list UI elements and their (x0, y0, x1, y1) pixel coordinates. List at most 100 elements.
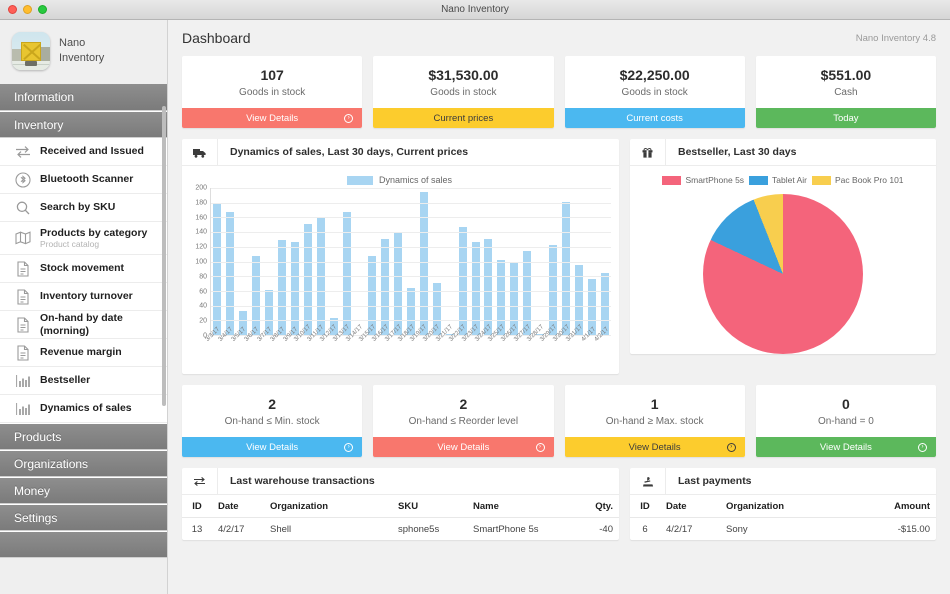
kpi-action-button[interactable]: View Details › (373, 437, 554, 457)
legend-swatch (749, 175, 769, 185)
chart-plot: 0 20 40 60 80 100 120 140 160 180 200 (188, 184, 611, 340)
kpi-caption: On-hand = 0 (817, 416, 874, 427)
transaction-header-row: ID Date Organization SKU Name Qty. (182, 495, 619, 518)
column-header[interactable]: Organization (264, 501, 392, 512)
sidebar-item-label: Received and Issued (40, 145, 144, 158)
legend-swatch (346, 175, 373, 185)
sidebar-item-sublabel: Product catalog (40, 239, 100, 250)
kpi-mid-card: 2 On-hand ≤ Reorder level View Details › (373, 385, 554, 457)
kpi-mid-card: 0 On-hand = 0 View Details › (755, 385, 936, 457)
column-header[interactable]: SKU (392, 501, 467, 512)
sidebar-item-products-by-category[interactable]: Products by category Product catalog (0, 222, 167, 255)
kpi-value: 2 (459, 396, 468, 412)
x-axis: 3/3/17 3/4/17 3/5/17 3/6/17 3/7/17 3/8/17 3/9/… (204, 323, 611, 370)
sidebar-group-inventory[interactable]: Inventory (0, 111, 167, 138)
column-header[interactable]: ID (630, 501, 660, 512)
bar (226, 212, 235, 335)
kpi-action-button[interactable]: View Details › (755, 437, 936, 457)
bar (252, 255, 261, 335)
panel-title: Last warehouse transactions (230, 475, 375, 487)
map-icon (14, 230, 31, 247)
kpi-value: $22,250.00 (619, 67, 690, 83)
y-tick-label: 180 (195, 199, 207, 207)
table-cell: -40 (599, 523, 613, 535)
y-tick-label: 40 (199, 302, 207, 310)
chart-legend: Dynamics of sales (188, 172, 611, 188)
sidebar-group-products[interactable]: Products (0, 423, 167, 450)
app-brand: Nano Inventory (0, 20, 167, 84)
kpi-action-button[interactable]: Current prices (373, 108, 554, 128)
payment-row[interactable]: 6 4/2/17 Sony -$15.00 (630, 518, 936, 540)
kpi-top-card: 107 Goods in stock View Details › (182, 56, 363, 128)
exchange-icon (182, 468, 218, 495)
y-tick-label: 80 (199, 273, 207, 281)
table-cell: SmartPhone 5s (473, 523, 539, 535)
kpi-action-button[interactable]: Current costs (564, 108, 745, 128)
column-header[interactable]: Name (467, 501, 561, 512)
bar (458, 226, 467, 335)
sidebar-item-label: Search by SKU (40, 201, 116, 214)
sidebar-item-revenue-margin[interactable]: Revenue margin (0, 339, 167, 367)
sidebar-group-settings[interactable]: Settings (0, 504, 167, 531)
pie-legend: SmartPhone 5s Tablet Air Pac Book Pro 101 (662, 172, 904, 188)
transactions-panel: Last warehouse transactions ID Date Organi… (182, 468, 619, 540)
y-tick-label: 200 (195, 184, 207, 192)
sidebar-item-label: Products by category (40, 226, 148, 239)
column-header[interactable]: Date (660, 501, 720, 512)
panel-header: Last warehouse transactions (182, 468, 619, 495)
table-cell: Sony (726, 523, 748, 535)
y-axis: 0 20 40 60 80 100 120 140 160 180 200 (188, 184, 210, 340)
legend-label: Tablet Air (772, 175, 808, 185)
panel-header: Last payments (630, 468, 936, 495)
sidebar-item-bluetooth-scanner[interactable]: Bluetooth Scanner (0, 166, 167, 194)
sales-chart-panel: Dynamics of sales, Last 30 days, Current… (182, 139, 619, 374)
gridline (211, 320, 611, 322)
sidebar-group-information[interactable]: Information (0, 84, 167, 111)
column-header[interactable]: Organization (720, 501, 841, 512)
kpi-action-button[interactable]: View Details › (182, 108, 363, 128)
pie-legend-item: Tablet Air (749, 175, 807, 185)
sidebar-scrollbar[interactable] (162, 106, 166, 406)
bar-chart-icon (14, 372, 31, 389)
sidebar-item-label: Revenue margin (40, 346, 122, 359)
sidebar-item-on-hand-by-date[interactable]: On-hand by date (morning) (0, 311, 167, 339)
transaction-row[interactable]: 13 4/2/17 Shell sphone5s SmartPhone 5s -40 (182, 518, 619, 540)
sidebar-group-money[interactable]: Money (0, 477, 167, 504)
brand-line-2: Inventory (59, 52, 105, 64)
kpi-caption: Goods in stock (621, 87, 688, 98)
sidebar-item-label: Bestseller (40, 374, 91, 387)
payments-table: ID Date Organization Amount 6 4/2/17 Sony -$15.… (630, 495, 936, 540)
column-header[interactable]: Amount (841, 501, 936, 512)
sidebar-item-text: Products by category Product catalog (40, 227, 147, 249)
y-tick-label: 60 (199, 288, 207, 296)
sidebar-item-bestseller[interactable]: Bestseller (0, 367, 167, 395)
brand-line-1: Nano (59, 37, 86, 50)
y-tick-label: 160 (195, 214, 207, 222)
kpi-value: $31,530.00 (428, 67, 499, 83)
document-icon (14, 260, 31, 277)
charts-row: Dynamics of sales, Last 30 days, Current… (182, 139, 936, 374)
sidebar-group-organizations[interactable]: Organizations (0, 450, 167, 477)
bar (213, 203, 222, 335)
panel-title: Bestseller, Last 30 days (678, 146, 797, 158)
sidebar-group-partial[interactable] (0, 531, 167, 558)
bestseller-pie-chart: SmartPhone 5s Tablet Air Pac Book Pro 101 (630, 166, 936, 354)
column-header[interactable]: Date (212, 501, 264, 512)
legend-swatch (812, 175, 832, 185)
kpi-action-button[interactable]: Today (755, 108, 936, 128)
chevron-right-icon: › (535, 442, 545, 452)
bar-chart-icon (14, 400, 31, 417)
table-cell: 4/2/17 (218, 523, 245, 535)
panel-title: Last payments (678, 475, 752, 487)
kpi-action-button[interactable]: View Details › (564, 437, 745, 457)
sidebar-item-received-and-issued[interactable]: Received and Issued (0, 138, 167, 166)
column-header[interactable]: ID (182, 501, 212, 512)
panel-header: Dynamics of sales, Last 30 days, Current… (182, 139, 619, 166)
sidebar-item-inventory-turnover[interactable]: Inventory turnover (0, 283, 167, 311)
kpi-action-button[interactable]: View Details › (182, 437, 363, 457)
kpi-value: 1 (650, 396, 659, 412)
sidebar-item-stock-movement[interactable]: Stock movement (0, 255, 167, 283)
column-header[interactable]: Qty. (561, 501, 619, 512)
sidebar-item-search-by-sku[interactable]: Search by SKU (0, 194, 167, 222)
sidebar-item-dynamics-of-sales[interactable]: Dynamics of sales (0, 395, 167, 423)
